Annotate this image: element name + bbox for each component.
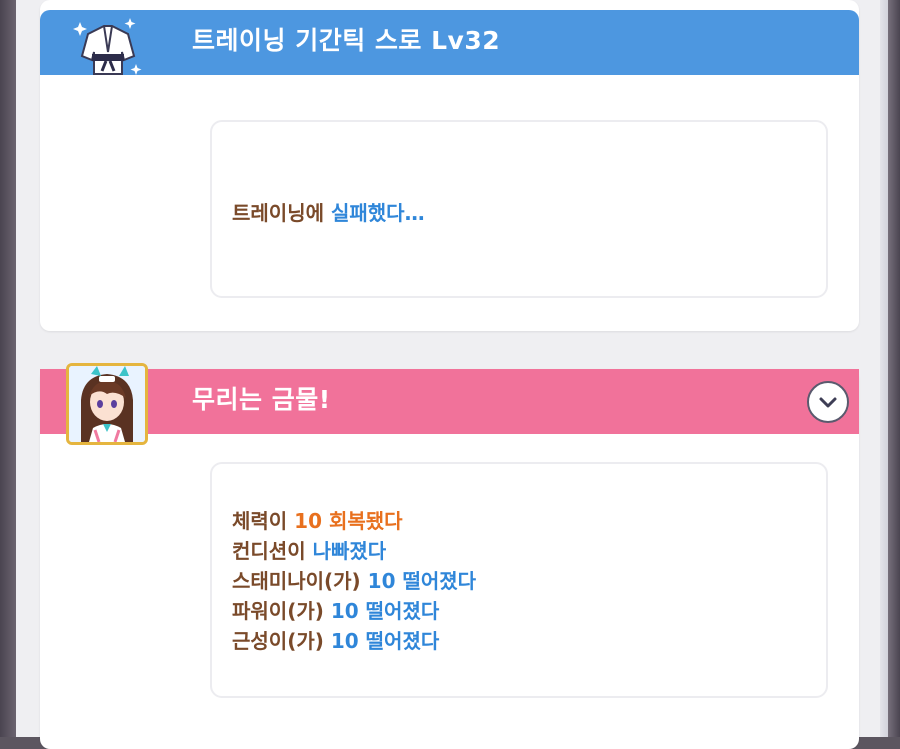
event-title: 무리는 금물! <box>192 385 331 414</box>
event-message-box: 체력이 10 회복됐다 컨디션이 나빠졌다 스태미나이(가) 10 떨어졌다 파… <box>210 462 828 698</box>
message-line: 스태미나이(가) 10 떨어졌다 <box>232 566 476 596</box>
message-value: 나빠졌다 <box>312 539 387 563</box>
event-card-training: 트레이닝 기간틱 스로 Lv32 트레이닝에 실패했다… <box>40 0 859 331</box>
message-label: 트레이닝에 <box>232 201 331 225</box>
message-line: 파워이(가) 10 떨어졌다 <box>232 596 476 626</box>
event-title: 트레이닝 기간틱 스로 Lv32 <box>192 26 501 55</box>
expand-toggle-button[interactable] <box>807 381 849 423</box>
character-portrait <box>66 363 148 445</box>
message-value: 10 떨어졌다 <box>367 569 477 593</box>
message-line: 근성이(가) 10 떨어졌다 <box>232 626 476 656</box>
message-label: 스태미나이(가) <box>232 569 368 593</box>
event-message-box: 트레이닝에 실패했다… <box>210 120 828 298</box>
message-value: 10 회복됐다 <box>294 509 403 533</box>
message-line: 컨디션이 나빠졌다 <box>232 536 476 566</box>
background-right <box>888 0 900 737</box>
message-value: 실패했다… <box>330 201 425 225</box>
message-label: 파워이(가) <box>232 599 331 623</box>
message-line: 트레이닝에 실패했다… <box>232 198 425 228</box>
message-value: 10 떨어졌다 <box>330 629 440 653</box>
training-uniform-icon <box>68 12 146 84</box>
background-left <box>0 0 16 737</box>
event-log-panel[interactable]: 트레이닝 기간틱 스로 Lv32 트레이닝에 실패했다… 무리는 금물! 체력이… <box>16 0 888 749</box>
event-header-training: 트레이닝 기간틱 스로 Lv32 <box>40 10 859 75</box>
message-line: 체력이 10 회복됐다 <box>232 506 476 536</box>
chevron-down-icon <box>819 397 837 408</box>
event-card-rest: 무리는 금물! 체력이 10 회복됐다 컨디션이 나빠졌다 스태미나이(가) 1… <box>40 363 859 749</box>
scrollbar-track[interactable] <box>880 0 888 737</box>
event-header-rest[interactable]: 무리는 금물! <box>40 363 859 445</box>
message-value: 10 떨어졌다 <box>330 599 440 623</box>
message-label: 체력이 <box>232 509 295 533</box>
message-label: 근성이(가) <box>232 629 331 653</box>
message-label: 컨디션이 <box>232 539 313 563</box>
